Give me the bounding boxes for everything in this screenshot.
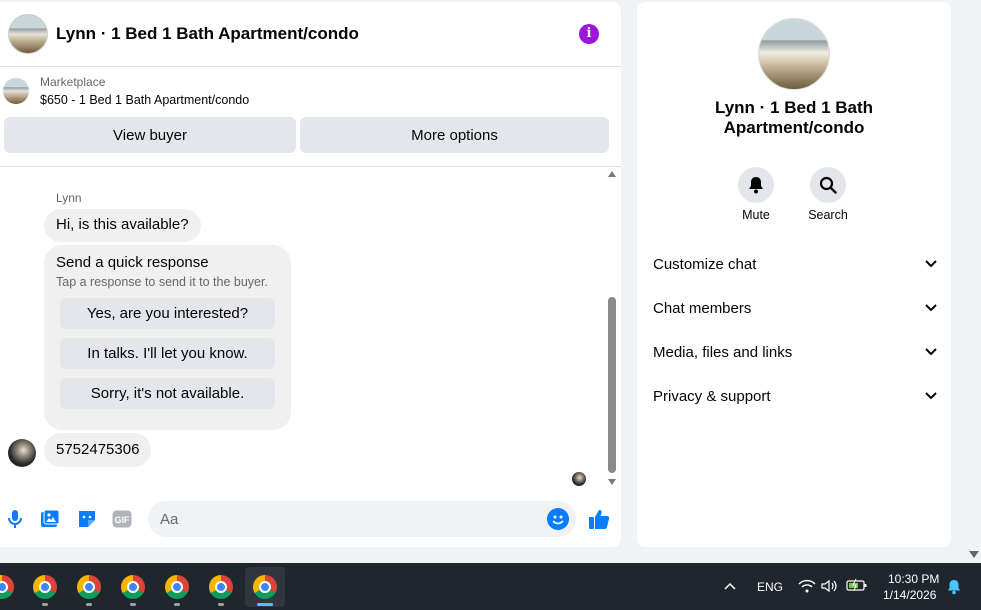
listing-price: $650 - 1 Bed 1 Bath Apartment/condo xyxy=(40,92,250,107)
scroll-up-arrow-icon[interactable] xyxy=(608,171,616,177)
chrome-icon xyxy=(253,575,277,599)
chrome-icon xyxy=(121,575,145,599)
info-icon[interactable]: i xyxy=(579,24,599,44)
section-label: Customize chat xyxy=(653,255,757,273)
marketplace-listing[interactable]: Marketplace $650 - 1 Bed 1 Bath Apartmen… xyxy=(0,67,621,114)
chrome-icon xyxy=(209,575,233,599)
chat-info-panel: Lynn · 1 Bed 1 Bath Apartment/condo Mute… xyxy=(637,2,951,547)
chrome-icon xyxy=(77,575,101,599)
privacy-support-section[interactable]: Privacy & support xyxy=(653,384,937,408)
quick-response-in-talks[interactable]: In talks. I'll let you know. xyxy=(60,338,275,369)
chat-header: Lynn · 1 Bed 1 Bath Apartment/condo i xyxy=(0,2,621,67)
volume-icon[interactable] xyxy=(821,579,837,593)
clock-date[interactable]: 1/14/2026 xyxy=(883,588,936,602)
media-files-links-section[interactable]: Media, files and links xyxy=(653,340,937,364)
thumbs-up-icon[interactable] xyxy=(588,508,610,530)
wifi-icon[interactable] xyxy=(798,579,816,593)
quick-response-title: Send a quick response xyxy=(56,254,209,271)
chat-panel: Lynn · 1 Bed 1 Bath Apartment/condo i Ma… xyxy=(0,2,621,547)
chevron-down-icon xyxy=(925,348,937,356)
taskbar-chrome-app[interactable] xyxy=(201,567,241,607)
taskbar-chrome-app[interactable] xyxy=(0,567,22,607)
chevron-down-icon xyxy=(925,260,937,268)
gif-icon[interactable]: GIF xyxy=(111,508,133,530)
taskbar-chrome-app-active[interactable] xyxy=(245,567,285,607)
sender-name: Lynn xyxy=(56,191,82,205)
listing-thumbnail xyxy=(3,77,29,104)
search-icon xyxy=(819,176,837,194)
page-scroll-down-arrow-icon[interactable] xyxy=(969,551,979,558)
buyer-avatar[interactable] xyxy=(8,439,36,467)
emoji-icon[interactable] xyxy=(547,508,569,530)
chrome-icon xyxy=(33,575,57,599)
section-label: Chat members xyxy=(653,299,752,317)
message-composer: GIF xyxy=(0,499,621,539)
scroll-down-arrow-icon[interactable] xyxy=(608,479,616,485)
search-label: Search xyxy=(808,208,848,222)
message-bubble[interactable]: Hi, is this available? xyxy=(44,209,201,242)
microphone-icon[interactable] xyxy=(4,508,26,530)
chrome-icon xyxy=(0,575,14,599)
chat-avatar[interactable] xyxy=(8,14,48,54)
quick-response-subtitle: Tap a response to send it to the buyer. xyxy=(56,275,268,289)
quick-response-card: Send a quick response Tap a response to … xyxy=(44,245,291,430)
chat-title[interactable]: Lynn · 1 Bed 1 Bath Apartment/condo xyxy=(56,24,359,44)
sticker-icon[interactable] xyxy=(76,508,98,530)
thread-scrollbar[interactable] xyxy=(607,171,617,493)
mute-label: Mute xyxy=(742,208,770,222)
taskbar-chrome-app[interactable] xyxy=(25,567,65,607)
profile-name: Lynn · 1 Bed 1 Bath Apartment/condo xyxy=(714,98,874,137)
message-input-wrapper xyxy=(148,501,576,537)
search-button[interactable] xyxy=(810,167,846,203)
marketplace-label: Marketplace xyxy=(40,74,106,89)
quick-response-yes[interactable]: Yes, are you interested? xyxy=(60,298,275,329)
page-scrollbar[interactable] xyxy=(966,0,981,563)
message-bubble[interactable]: 5752475306 xyxy=(44,433,152,467)
more-options-button[interactable]: More options xyxy=(300,117,609,153)
battery-icon[interactable] xyxy=(846,578,868,592)
section-label: Privacy & support xyxy=(653,387,771,405)
profile-photo[interactable] xyxy=(758,18,830,90)
bell-icon xyxy=(749,177,763,194)
language-indicator[interactable]: ENG xyxy=(757,580,783,594)
clock-time[interactable]: 10:30 PM xyxy=(888,572,939,586)
chrome-icon xyxy=(165,575,189,599)
taskbar-chrome-app[interactable] xyxy=(157,567,197,607)
view-buyer-button[interactable]: View buyer xyxy=(4,117,296,153)
quick-response-sorry[interactable]: Sorry, it's not available. xyxy=(60,378,275,409)
chevron-up-icon[interactable] xyxy=(724,582,736,590)
section-label: Media, files and links xyxy=(653,343,793,361)
listing-actions: View buyer More options xyxy=(0,114,621,153)
taskbar: ENG 10:30 PM 1/14/2026 xyxy=(0,563,981,610)
taskbar-chrome-app[interactable] xyxy=(69,567,109,607)
scroll-thumb[interactable] xyxy=(608,297,616,473)
svg-text:GIF: GIF xyxy=(115,515,131,525)
chat-members-section[interactable]: Chat members xyxy=(653,296,937,320)
customize-chat-section[interactable]: Customize chat xyxy=(653,252,937,276)
photo-icon[interactable] xyxy=(39,508,61,530)
message-thread[interactable]: Lynn Hi, is this available? Send a quick… xyxy=(0,166,621,492)
message-input[interactable] xyxy=(148,501,528,537)
chevron-down-icon xyxy=(925,392,937,400)
chevron-down-icon xyxy=(925,304,937,312)
taskbar-chrome-app[interactable] xyxy=(113,567,153,607)
seen-indicator-avatar xyxy=(572,472,586,486)
mute-button[interactable] xyxy=(738,167,774,203)
notification-bell-icon[interactable] xyxy=(946,579,962,595)
